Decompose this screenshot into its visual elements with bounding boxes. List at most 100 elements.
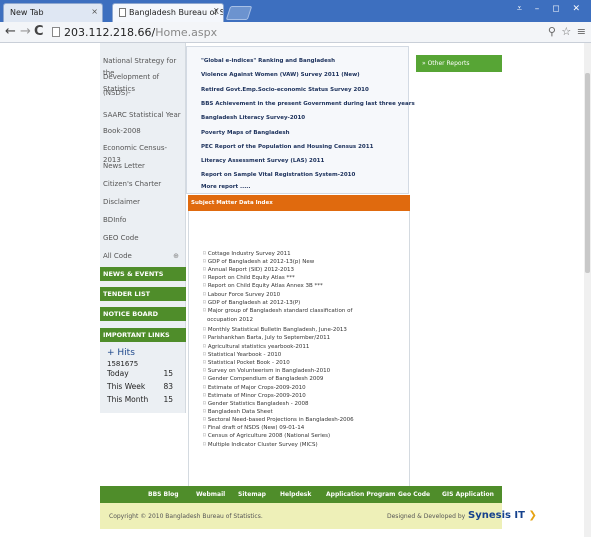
scrollbar-thumb[interactable]	[585, 73, 590, 273]
index-item[interactable]: ⌑ Census of Agriculture 2008 (National Se…	[203, 433, 330, 439]
synesis-logo[interactable]: Synesis IT ❯	[468, 510, 537, 521]
footer-link-helpdesk[interactable]: Helpdesk	[280, 491, 311, 498]
index-item[interactable]: ⌑ Major group of Bangladesh standard clas…	[203, 308, 352, 314]
url-host: 203.112.218.66/	[64, 26, 156, 39]
index-item-label: GDP of Bangladesh at 2012-13(p) New	[207, 259, 315, 265]
report-link[interactable]: BBS Achievement in the present Governmen…	[201, 101, 415, 107]
index-item[interactable]: ⌑ Labour Force Survey 2010	[203, 292, 280, 298]
index-item[interactable]: ⌑ Statistical Pocket Book - 2010	[203, 360, 290, 366]
expand-icon[interactable]: ⊕	[173, 250, 179, 262]
index-item-label: Estimate of Minor Crops-2009-2010	[207, 393, 306, 399]
document-icon: ⌑	[203, 344, 206, 350]
sidebar-link[interactable]: News Letter	[103, 160, 183, 172]
sidebar-link[interactable]: Citizen's Charter	[103, 178, 183, 190]
report-link[interactable]: "Global e-indices" Ranking and Banglades…	[201, 58, 335, 64]
section-tender-list[interactable]: TENDER LIST	[100, 287, 186, 301]
index-item-label: Report on Child Equity Atlas ***	[207, 275, 295, 281]
index-item[interactable]: ⌑ Annual Report (SID) 2012-2013	[203, 267, 294, 273]
sidebar-link[interactable]: GEO Code	[103, 232, 183, 244]
subject-index-list: ⌑ Cottage Industry Survey 2011 ⌑ GDP of Ba…	[188, 211, 410, 516]
index-item-label: Gender Statistics Bangladesh - 2008	[207, 401, 309, 407]
report-link[interactable]: Report on Sample Vital Registration Syst…	[201, 172, 355, 178]
toolbar-icons[interactable]: ⚲ ☆ ≡	[548, 25, 587, 38]
sidebar-link-all-code[interactable]: All Code ⊕	[103, 250, 183, 262]
index-item[interactable]: ⌑ Report on Child Equity Atlas Annex 3B *…	[203, 283, 323, 289]
index-item-label: Labour Force Survey 2010	[207, 292, 281, 298]
hits-value: 15	[163, 369, 173, 378]
other-reports-button[interactable]: » Other Reports	[416, 55, 502, 72]
tab-close-icon[interactable]: X	[214, 7, 219, 16]
footer-link-application-program[interactable]: Application Program	[326, 491, 395, 498]
report-link[interactable]: PEC Report of the Population and Housing…	[201, 144, 373, 150]
footer-link-bbs-blog[interactable]: BBS Blog	[148, 491, 179, 498]
section-notice-board[interactable]: NOTICE BOARD	[100, 307, 186, 321]
index-item[interactable]: ⌑ Sectoral Need-based Projections in Bang…	[203, 417, 354, 423]
reload-icon[interactable]: C	[34, 24, 44, 40]
sidebar-link[interactable]: Disclaimer	[103, 196, 183, 208]
document-icon: ⌑	[203, 425, 206, 431]
report-link[interactable]: Violence Against Women (VAW) Survey 2011…	[201, 72, 360, 78]
company-name: Synesis IT	[468, 510, 525, 521]
hits-label: Today	[107, 369, 129, 378]
index-item[interactable]: ⌑ GDP of Bangladesh at 2012-13(p) New	[203, 259, 314, 265]
index-item[interactable]: ⌑ Estimate of Major Crops-2009-2010	[203, 385, 306, 391]
index-item[interactable]: ⌑ Gender Statistics Bangladesh - 2008	[203, 401, 308, 407]
vertical-scrollbar[interactable]	[584, 43, 591, 537]
index-item[interactable]: ⌑ Agricultural statistics yearbook-2011	[203, 344, 309, 350]
report-link[interactable]: Retired Govt.Emp.Socio-economic Status S…	[201, 87, 369, 93]
url-field[interactable]: 203.112.218.66/Home.aspx	[52, 24, 217, 41]
tab-bbs[interactable]: Bangladesh Bureau of Statis X	[112, 3, 224, 22]
index-item-label: Monthly Statistical Bulletin Bangladesh,…	[207, 327, 347, 333]
index-item[interactable]: ⌑ Survey on Volunteerism in Bangladesh-20…	[203, 368, 330, 374]
tab-new-tab[interactable]: New Tab ×	[3, 3, 103, 22]
index-item-label: Cottage Industry Survey 2011	[207, 251, 291, 257]
designed-by-text: Designed & Developed by	[387, 513, 466, 520]
index-item-continued[interactable]: occupation 2012	[207, 317, 253, 323]
index-item[interactable]: ⌑ Monthly Statistical Bulletin Bangladesh…	[203, 327, 347, 333]
document-icon: ⌑	[203, 259, 206, 265]
index-item[interactable]: ⌑ GDP of Bangladesh at 2012-13(P)	[203, 300, 300, 306]
tab-close-icon[interactable]: ×	[91, 7, 98, 16]
document-icon: ⌑	[203, 292, 206, 298]
more-report-link[interactable]: More report .....	[201, 184, 250, 190]
index-item-label: Multiple Indicator Cluster Survey (MICS)	[207, 442, 318, 448]
index-item[interactable]: ⌑ Report on Child Equity Atlas ***	[203, 275, 295, 281]
footer-link-gis-application[interactable]: GIS Application	[442, 491, 494, 498]
hits-value: 83	[163, 382, 173, 391]
document-icon: ⌑	[203, 283, 206, 289]
sidebar-link-label: All Code	[103, 252, 132, 260]
section-news-events[interactable]: NEWS & EVENTS	[100, 267, 186, 281]
document-icon: ⌑	[203, 442, 206, 448]
index-item-label: Gender Compendium of Bangladesh 2009	[207, 376, 324, 382]
sidebar-link[interactable]: (NSDS)-	[103, 87, 183, 99]
index-item[interactable]: ⌑ Bangladesh Data Sheet	[203, 409, 273, 415]
footer-link-sitemap[interactable]: Sitemap	[238, 491, 266, 498]
page-icon	[52, 27, 60, 37]
report-link[interactable]: Bangladesh Literacy Survey-2010	[201, 115, 305, 121]
sidebar-link[interactable]: SAARC Statistical Year	[103, 109, 183, 121]
index-item[interactable]: ⌑ Final draft of NSDS (New) 09-01-14	[203, 425, 304, 431]
hits-title: + Hits	[107, 348, 135, 358]
page-icon	[119, 8, 126, 17]
index-item[interactable]: ⌑ Cottage Industry Survey 2011	[203, 251, 291, 257]
hits-label: This Month	[107, 395, 149, 404]
footer-link-webmail[interactable]: Webmail	[196, 491, 225, 498]
footer-link-geo-code[interactable]: Geo Code	[398, 491, 430, 498]
document-icon: ⌑	[203, 376, 206, 382]
index-item[interactable]: ⌑ Estimate of Minor Crops-2009-2010	[203, 393, 306, 399]
index-item[interactable]: ⌑ Statistical Yearbook - 2010	[203, 352, 281, 358]
report-link[interactable]: Poverty Maps of Bangladesh	[201, 130, 290, 136]
back-icon[interactable]: ←	[5, 24, 16, 40]
index-item[interactable]: ⌑ Parishankhan Barta, July to September/2…	[203, 335, 330, 341]
report-link[interactable]: Literacy Assessment Survey (LAS) 2011	[201, 158, 324, 164]
document-icon: ⌑	[203, 335, 206, 341]
section-important-links[interactable]: IMPORTANT LINKS	[100, 328, 186, 342]
index-item[interactable]: ⌑ Multiple Indicator Cluster Survey (MICS…	[203, 442, 318, 448]
sidebar-link[interactable]: BDInfo	[103, 214, 183, 226]
subject-index-header: Subject Matter Data Index	[188, 195, 410, 211]
window-controls[interactable]: ⩡ – ◻ ✕	[517, 4, 585, 14]
sidebar-link[interactable]: Book-2008	[103, 125, 183, 137]
index-item[interactable]: ⌑ Gender Compendium of Bangladesh 2009	[203, 376, 323, 382]
new-tab-button[interactable]	[225, 6, 253, 20]
forward-icon[interactable]: →	[20, 24, 31, 40]
